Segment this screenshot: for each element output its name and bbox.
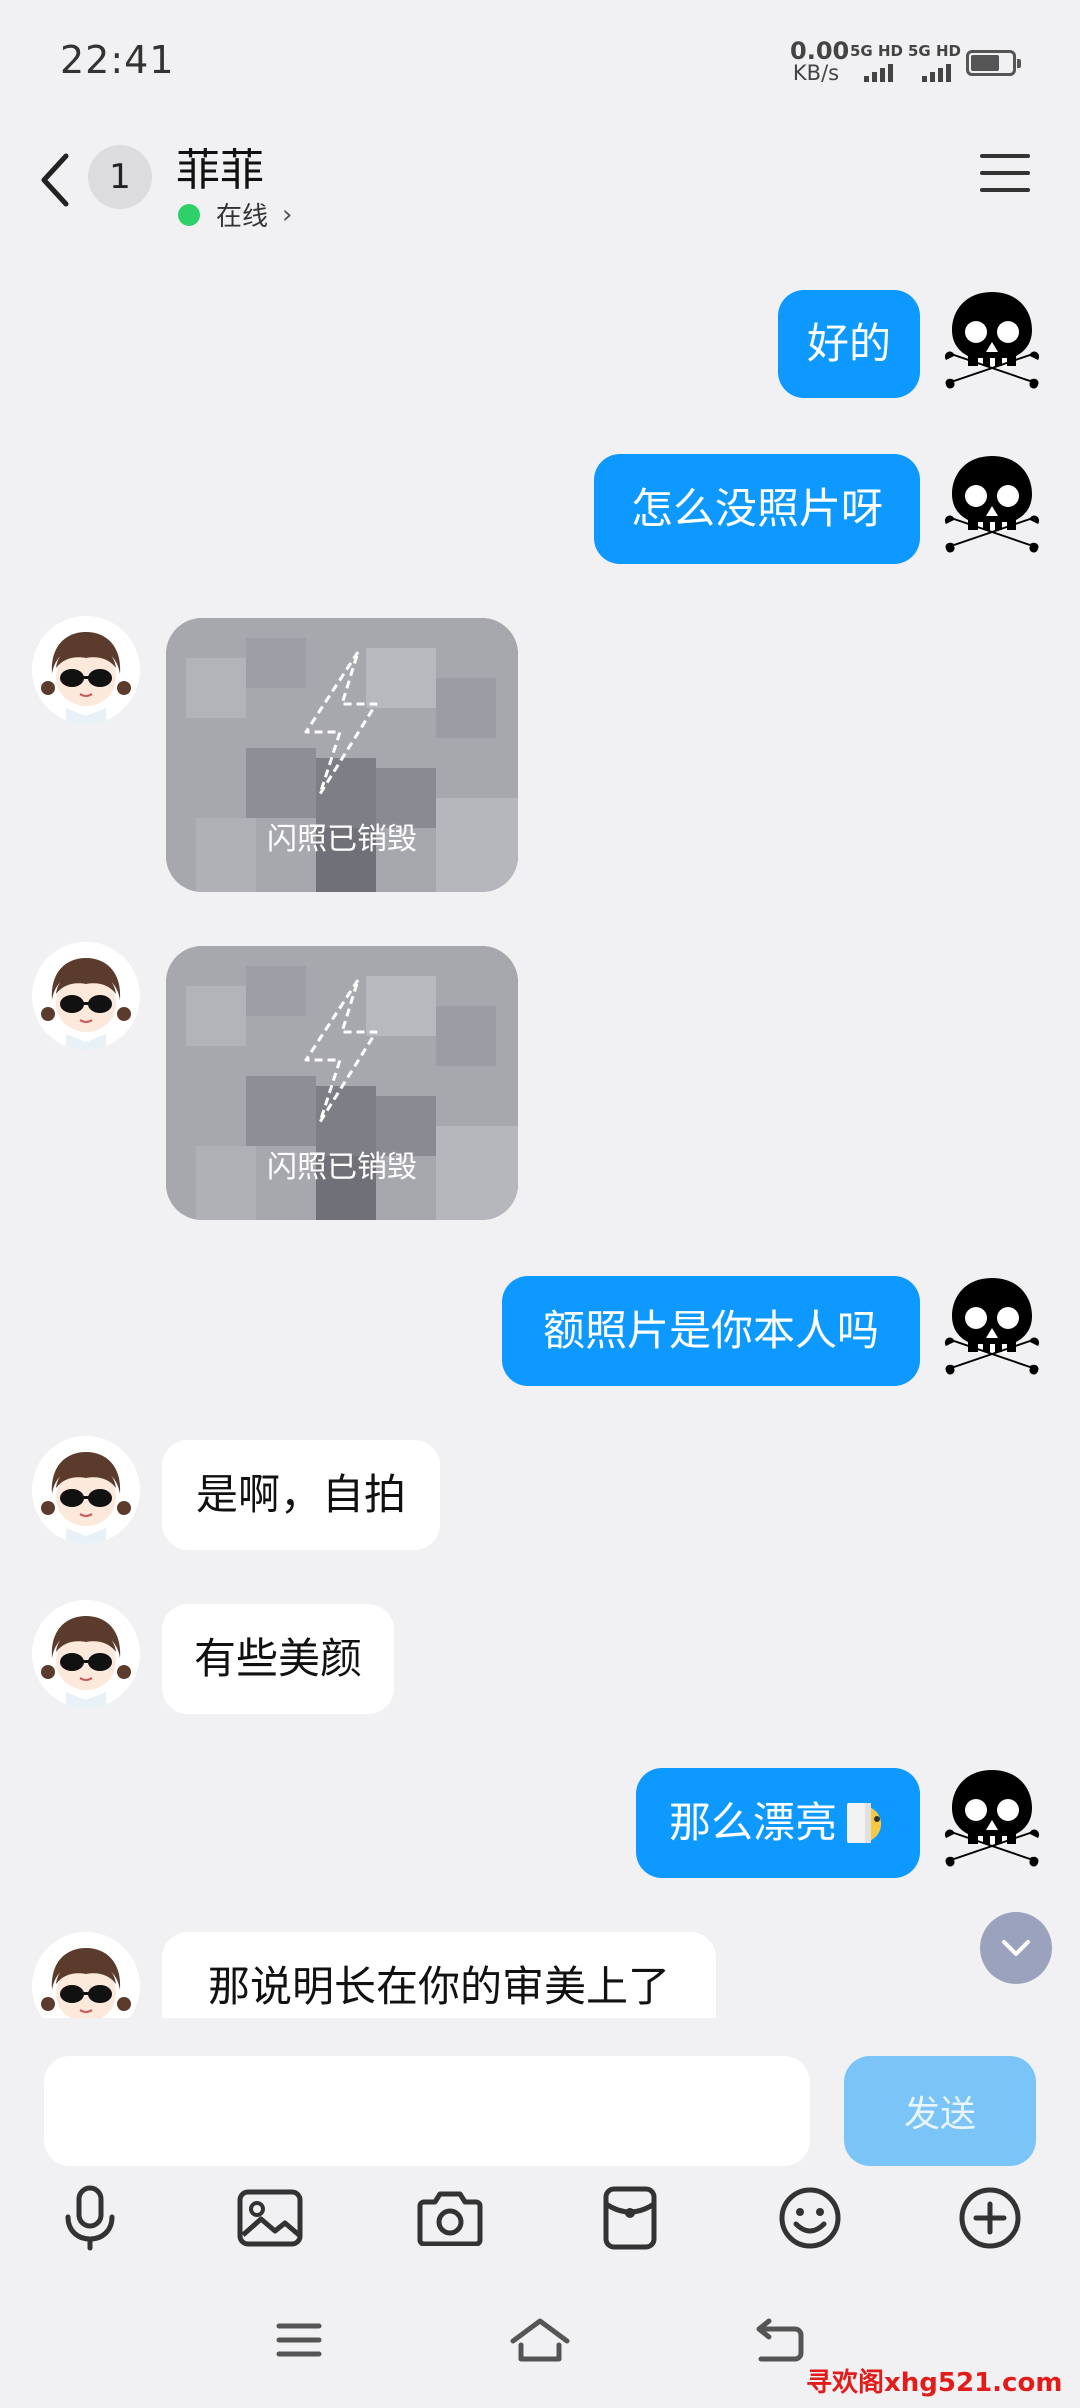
back-arrow-icon (756, 2318, 804, 2362)
flash-photo-expired[interactable]: 闪照已销毁 (166, 946, 518, 1220)
photo-album-button[interactable] (230, 2178, 310, 2258)
chevron-down-icon (1002, 1940, 1030, 1956)
incoming-message-bubble[interactable]: 是啊，自拍 (162, 1440, 440, 1550)
network-speed: 0.00 KB/s (790, 37, 850, 85)
image-icon (237, 2189, 303, 2247)
status-time: 22:41 (60, 38, 175, 82)
outgoing-message-bubble[interactable]: 怎么没照片呀 (594, 454, 920, 564)
network-speed-unit: KB/s (792, 61, 840, 85)
chevron-right-icon: › (282, 199, 293, 230)
contact-avatar[interactable] (32, 1600, 140, 1708)
contact-avatar[interactable] (32, 1436, 140, 1544)
voice-button[interactable] (50, 2178, 130, 2258)
outgoing-message-bubble[interactable]: 好的 (778, 290, 920, 398)
red-packet-button[interactable] (590, 2178, 670, 2258)
microphone-icon (65, 2185, 115, 2251)
peeking-face-emoji-icon (847, 1803, 882, 1843)
my-avatar-skull-icon[interactable] (938, 1762, 1046, 1870)
menu-icon (980, 154, 1030, 192)
incoming-message-bubble[interactable]: 有些美颜 (162, 1604, 394, 1714)
contact-avatar[interactable] (32, 1932, 140, 2018)
incoming-message-bubble[interactable]: 那说明长在你的审美上了 (162, 1932, 716, 2018)
more-menu-button[interactable] (980, 154, 1030, 198)
home-icon (510, 2318, 570, 2362)
unread-count-badge[interactable]: 1 (88, 145, 152, 209)
send-button[interactable]: 发送 (844, 2056, 1036, 2166)
chat-clip: 那说明长在你的审美上了 (0, 1900, 1080, 2018)
menu-icon (276, 2323, 322, 2357)
sim2-signal-icon: 5G HD (908, 42, 961, 84)
sim2-label: 5G HD (908, 42, 961, 60)
red-packet-icon (603, 2186, 657, 2250)
watermark: 寻欢阁xhg521.com (806, 2368, 1063, 2398)
my-avatar-skull-icon[interactable] (938, 284, 1046, 392)
online-dot-icon (178, 203, 200, 226)
flash-bolt-icon (284, 648, 394, 798)
my-avatar-skull-icon[interactable] (938, 448, 1046, 556)
network-speed-value: 0.00 (790, 37, 850, 65)
flash-photo-label: 闪照已销毁 (267, 822, 417, 857)
more-actions-button[interactable] (950, 2178, 1030, 2258)
presence-status[interactable]: 在线 › (178, 196, 292, 233)
contact-name[interactable]: 菲菲 (176, 134, 264, 198)
camera-icon (417, 2191, 483, 2246)
contact-avatar[interactable] (32, 616, 140, 724)
camera-button[interactable] (410, 2178, 490, 2258)
nav-menu-button[interactable] (264, 2310, 334, 2370)
nav-back-button[interactable] (746, 2310, 816, 2370)
sim1-signal-icon: 5G HD (850, 42, 903, 84)
chevron-left-icon (41, 153, 69, 207)
status-bar: 22:41 0.00 KB/s 5G HD 5G HD (0, 0, 1080, 130)
outgoing-message-bubble[interactable]: 那么漂亮 (636, 1768, 920, 1878)
flash-bolt-icon (284, 976, 394, 1126)
presence-label: 在线 (216, 202, 269, 232)
flash-photo-label: 闪照已销毁 (267, 1150, 417, 1185)
emoji-button[interactable] (770, 2178, 850, 2258)
contact-avatar[interactable] (32, 942, 140, 1050)
emoji-icon (779, 2187, 841, 2249)
flash-photo-expired[interactable]: 闪照已销毁 (166, 618, 518, 892)
back-button[interactable] (36, 150, 76, 210)
outgoing-message-bubble[interactable]: 额照片是你本人吗 (502, 1276, 920, 1386)
sim1-label: 5G HD (850, 42, 903, 60)
scroll-to-bottom-button[interactable] (980, 1912, 1052, 1984)
nav-home-button[interactable] (505, 2310, 575, 2370)
my-avatar-skull-icon[interactable] (938, 1270, 1046, 1378)
message-input[interactable] (44, 2056, 810, 2166)
message-text: 那么漂亮 (668, 1798, 837, 1847)
battery-icon (966, 50, 1021, 76)
plus-icon (959, 2187, 1021, 2249)
